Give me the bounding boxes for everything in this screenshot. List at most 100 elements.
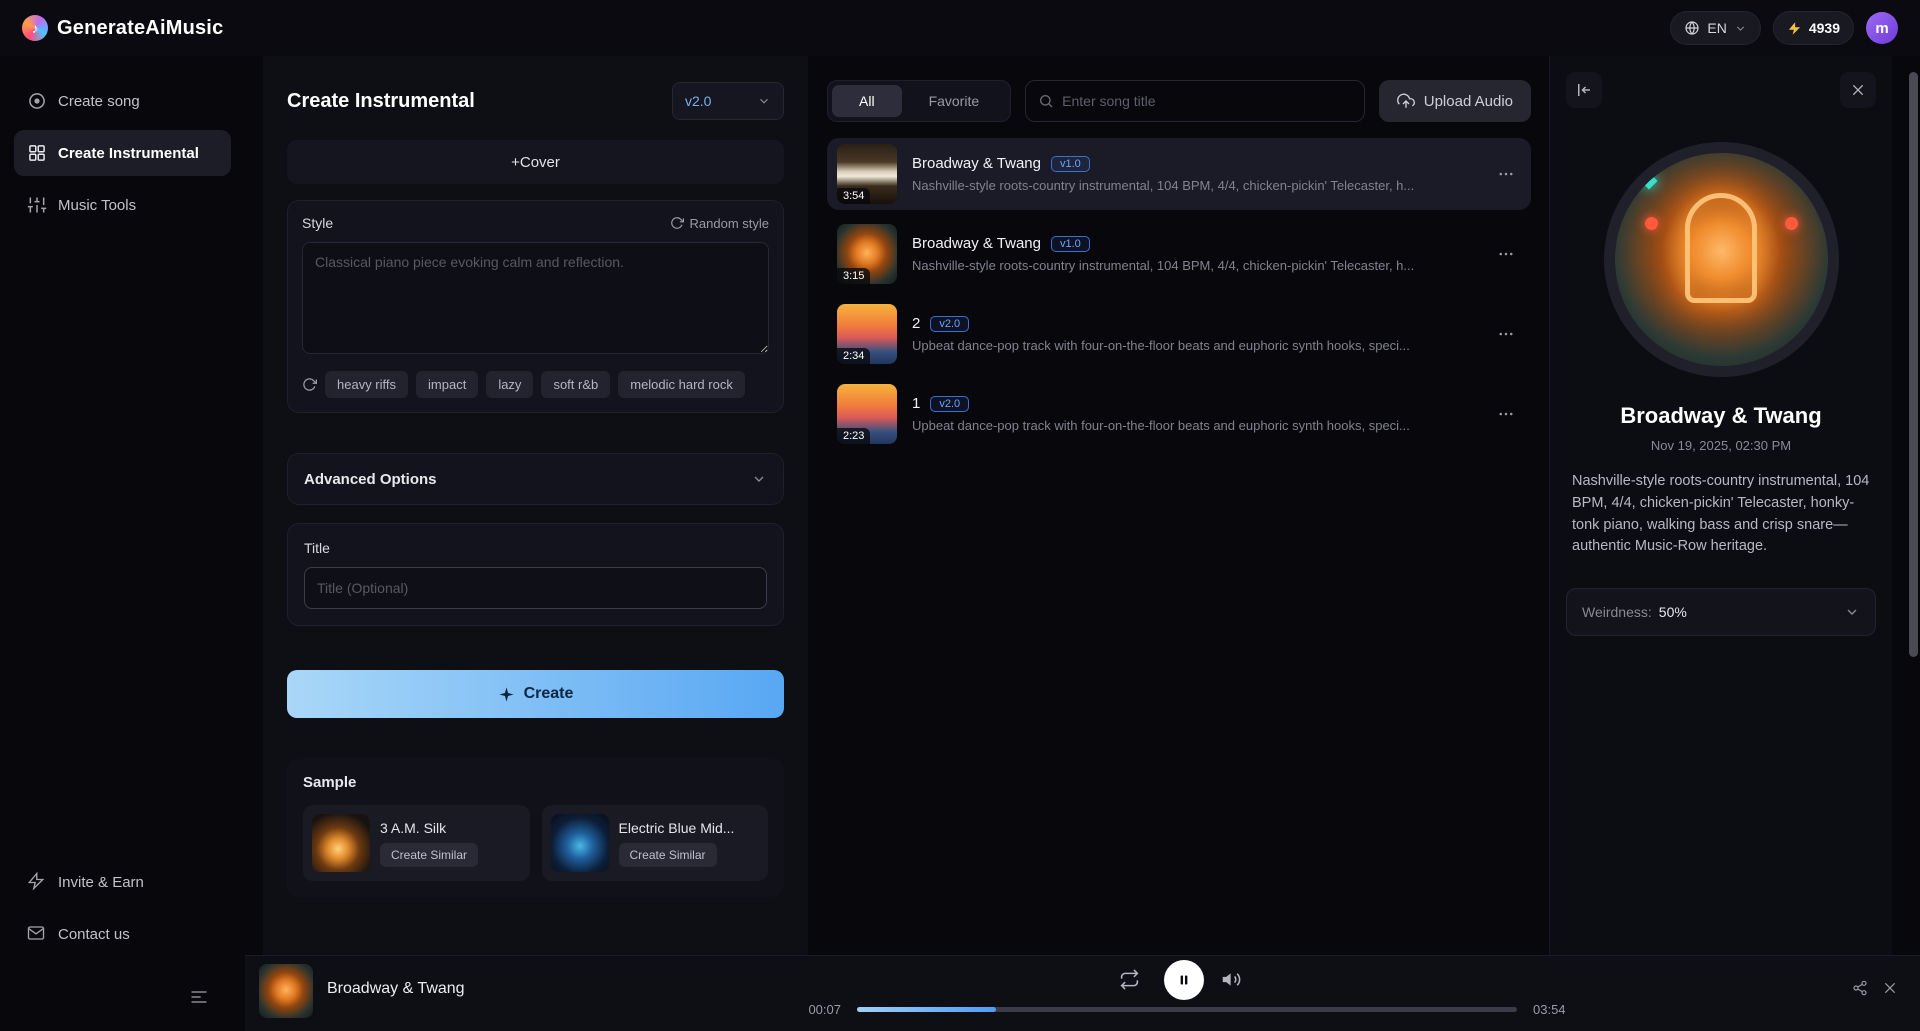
song-artwork: 3:54 <box>837 144 897 204</box>
sidebar-item-label: Create song <box>58 93 140 110</box>
progress-bar[interactable] <box>857 1007 1517 1012</box>
title-card: Title <box>287 523 784 626</box>
chips-refresh-icon[interactable] <box>302 377 317 392</box>
create-instrumental-panel: Create Instrumental v2.0 +Cover Style Ra… <box>263 56 808 1031</box>
version-badge: v1.0 <box>1051 156 1090 172</box>
sample-label: Sample <box>303 774 768 791</box>
title-input[interactable] <box>304 567 767 609</box>
weirdness-label: Weirdness: <box>1582 604 1652 620</box>
weirdness-dropdown[interactable]: Weirdness: 50% <box>1566 588 1876 636</box>
song-row[interactable]: 2:23 1 v2.0 Upbeat dance-pop track with … <box>827 378 1531 450</box>
song-main: 2 v2.0 Upbeat dance-pop track with four-… <box>912 315 1491 353</box>
song-list-header: All Favorite Upload Audio <box>827 80 1531 122</box>
song-row[interactable]: 3:15 Broadway & Twang v1.0 Nashville-sty… <box>827 218 1531 290</box>
sidebar-item-create-song[interactable]: Create song <box>14 78 231 124</box>
song-main: Broadway & Twang v1.0 Nashville-style ro… <box>912 155 1491 193</box>
logo-text: GenerateAiMusic <box>57 17 223 40</box>
sparkle-icon <box>498 686 515 703</box>
topbar: ♪ GenerateAiMusic EN 4939 m <box>0 0 1920 56</box>
style-card: Style Random style heavy riffs impact la… <box>287 200 784 413</box>
language-selector[interactable]: EN <box>1670 11 1760 45</box>
sidebar-item-label: Contact us <box>58 926 130 943</box>
sidebar-item-music-tools[interactable]: Music Tools <box>14 182 231 228</box>
style-chip[interactable]: lazy <box>486 371 533 398</box>
style-chip[interactable]: impact <box>416 371 478 398</box>
chevron-down-icon <box>751 471 767 487</box>
sample-artwork <box>312 814 370 872</box>
detail-song-title: Broadway & Twang <box>1566 403 1876 429</box>
jukebox-arch <box>1685 193 1757 303</box>
tab-all[interactable]: All <box>832 85 902 117</box>
search-input[interactable] <box>1062 93 1352 109</box>
song-duration: 3:15 <box>837 268 870 284</box>
sample-info: 3 A.M. Silk Create Similar <box>380 820 478 867</box>
style-chip[interactable]: soft r&b <box>541 371 610 398</box>
volume-icon[interactable] <box>1221 969 1242 990</box>
song-menu-icon[interactable] <box>1491 405 1521 423</box>
grid-icon <box>27 143 47 163</box>
player-close-icon[interactable] <box>1882 980 1898 996</box>
song-duration: 2:34 <box>837 348 870 364</box>
pause-button[interactable] <box>1164 960 1204 1000</box>
chevron-down-icon <box>1844 604 1860 620</box>
close-panel-button[interactable] <box>1840 72 1876 108</box>
upload-cloud-icon <box>1397 92 1415 110</box>
sidebar-item-invite-earn[interactable]: Invite & Earn <box>14 859 231 905</box>
random-style-label: Random style <box>690 216 769 231</box>
create-similar-button[interactable]: Create Similar <box>380 843 478 867</box>
song-artwork: 2:34 <box>837 304 897 364</box>
sliders-icon <box>27 195 47 215</box>
sample-title: Electric Blue Mid... <box>619 820 735 836</box>
sidebar-item-label: Music Tools <box>58 197 136 214</box>
album-art <box>1615 153 1828 366</box>
style-header: Style Random style <box>302 215 769 231</box>
player-song-title: Broadway & Twang <box>327 980 465 998</box>
version-badge: v2.0 <box>930 396 969 412</box>
song-row[interactable]: 2:34 2 v2.0 Upbeat dance-pop track with … <box>827 298 1531 370</box>
tab-favorite[interactable]: Favorite <box>902 85 1007 117</box>
sidebar: Create song Create Instrumental Music To… <box>0 56 245 1031</box>
scrollbar-thumb[interactable] <box>1909 72 1918 657</box>
cover-button[interactable]: +Cover <box>287 140 784 184</box>
time-elapsed: 00:07 <box>765 1002 841 1017</box>
app-logo[interactable]: ♪ GenerateAiMusic <box>22 15 223 41</box>
song-menu-icon[interactable] <box>1491 165 1521 183</box>
sample-item[interactable]: 3 A.M. Silk Create Similar <box>303 805 530 881</box>
version-select[interactable]: v2.0 <box>672 82 784 120</box>
song-row[interactable]: 3:54 Broadway & Twang v1.0 Nashville-sty… <box>827 138 1531 210</box>
collapse-panel-button[interactable] <box>1566 72 1602 108</box>
upload-audio-label: Upload Audio <box>1424 93 1513 110</box>
share-icon[interactable] <box>1852 980 1868 996</box>
create-similar-button[interactable]: Create Similar <box>619 843 717 867</box>
sidebar-item-create-instrumental[interactable]: Create Instrumental <box>14 130 231 176</box>
create-button[interactable]: Create <box>287 670 784 718</box>
sample-item[interactable]: Electric Blue Mid... Create Similar <box>542 805 769 881</box>
jukebox-light <box>1785 217 1798 230</box>
repeat-icon[interactable] <box>1119 969 1140 990</box>
jukebox-light <box>1645 217 1658 230</box>
sidebar-footer: Invite & Earn Contact us <box>14 859 231 963</box>
chevron-down-icon <box>757 94 771 108</box>
lightning-icon <box>1787 21 1802 36</box>
song-list: 3:54 Broadway & Twang v1.0 Nashville-sty… <box>827 138 1531 450</box>
user-avatar[interactable]: m <box>1866 12 1898 44</box>
sidebar-item-contact-us[interactable]: Contact us <box>14 911 231 957</box>
disc-icon <box>27 91 47 111</box>
advanced-options-toggle[interactable]: Advanced Options <box>287 453 784 505</box>
topbar-right: EN 4939 m <box>1670 11 1898 45</box>
song-menu-icon[interactable] <box>1491 325 1521 343</box>
sample-section: Sample 3 A.M. Silk Create Similar Electr… <box>287 758 784 897</box>
song-tabs: All Favorite <box>827 80 1011 122</box>
style-chip[interactable]: heavy riffs <box>325 371 408 398</box>
sidebar-collapse-icon[interactable] <box>189 987 209 1007</box>
song-title: 2 <box>912 315 920 332</box>
random-style-button[interactable]: Random style <box>670 216 769 231</box>
style-chip[interactable]: melodic hard rock <box>618 371 745 398</box>
credits-badge[interactable]: 4939 <box>1773 11 1854 45</box>
style-input[interactable] <box>302 242 769 354</box>
song-detail-panel: Broadway & Twang Nov 19, 2025, 02:30 PM … <box>1549 56 1892 1031</box>
upload-audio-button[interactable]: Upload Audio <box>1379 80 1531 122</box>
song-menu-icon[interactable] <box>1491 245 1521 263</box>
song-search[interactable] <box>1025 80 1365 122</box>
song-list-panel: All Favorite Upload Audio 3:54 <box>827 56 1531 955</box>
